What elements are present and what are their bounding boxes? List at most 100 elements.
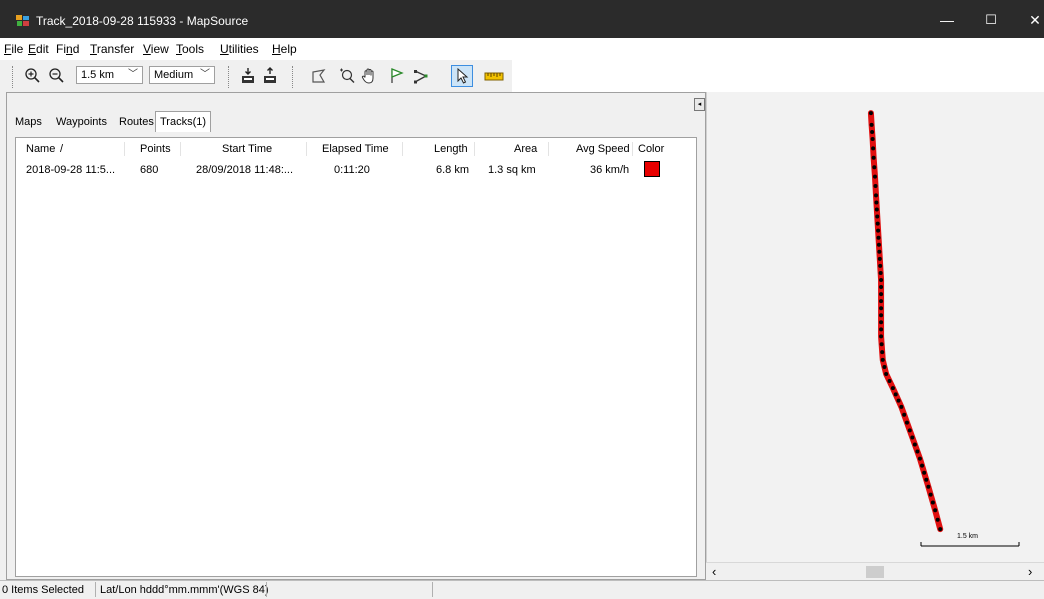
track-point[interactable] (874, 193, 878, 198)
track-point[interactable] (926, 484, 931, 489)
column-header-name[interactable]: Name (26, 143, 55, 155)
menu-item-utilities[interactable]: Utilities (220, 42, 259, 56)
track-point[interactable] (877, 249, 882, 254)
track-point[interactable] (879, 334, 884, 339)
column-divider[interactable] (474, 142, 475, 156)
column-divider[interactable] (632, 142, 633, 156)
menu-item-file[interactable]: File (4, 42, 23, 56)
select-tool-button[interactable] (451, 65, 473, 87)
track-point[interactable] (874, 200, 879, 205)
tab-tracks[interactable]: Tracks(1) (155, 111, 212, 132)
track-point[interactable] (870, 129, 875, 134)
track-point[interactable] (873, 184, 878, 188)
minimize-button[interactable]: — (924, 8, 970, 32)
map-horizontal-scrollbar[interactable]: ‹ › (706, 562, 1044, 581)
track-point[interactable] (933, 508, 938, 513)
tab-waypoints[interactable]: Waypoints (52, 114, 111, 131)
track-point[interactable] (879, 292, 884, 297)
track-point[interactable] (869, 122, 874, 127)
track-point[interactable] (879, 327, 884, 332)
column-header-color[interactable]: Color (638, 143, 664, 155)
track-point[interactable] (876, 235, 881, 240)
track-point[interactable] (875, 214, 880, 219)
track-point[interactable] (924, 477, 929, 482)
track-point[interactable] (872, 165, 877, 170)
column-header-elapsed-time[interactable]: Elapsed Time (322, 143, 389, 155)
track-point[interactable] (870, 137, 875, 141)
map-view[interactable]: 1.5 km (706, 92, 1044, 580)
scroll-left-arrow[interactable]: ‹ (712, 564, 716, 579)
track-point[interactable] (875, 221, 880, 226)
column-divider[interactable] (306, 142, 307, 156)
track-point[interactable] (879, 342, 884, 347)
map-select-icon[interactable] (310, 67, 328, 85)
track-point[interactable] (896, 398, 901, 403)
track-point[interactable] (917, 456, 922, 461)
zoom-in-icon[interactable] (24, 67, 42, 85)
track-map[interactable]: 1.5 km (707, 92, 1044, 562)
track-point[interactable] (874, 207, 879, 212)
menu-item-help[interactable]: Help (272, 42, 297, 56)
track-point[interactable] (868, 111, 873, 116)
toolbar-grip[interactable] (12, 66, 16, 88)
track-point[interactable] (879, 278, 884, 282)
track-point[interactable] (922, 470, 927, 475)
track-point[interactable] (930, 500, 935, 505)
column-header-avg-speed[interactable]: Avg Speed (576, 143, 630, 155)
column-header-area[interactable]: Area (514, 143, 537, 155)
detail-level-select[interactable]: Medium ﹀ (149, 66, 215, 84)
zoom-scale-select[interactable]: 1.5 km ﹀ (76, 66, 143, 84)
track-point[interactable] (871, 146, 876, 151)
track-point[interactable] (878, 263, 883, 268)
column-divider[interactable] (548, 142, 549, 156)
scroll-right-arrow[interactable]: › (1028, 564, 1032, 579)
send-to-device-icon[interactable] (262, 67, 280, 85)
track-point[interactable] (879, 320, 884, 325)
waypoint-flag-icon[interactable] (388, 67, 406, 85)
track-point[interactable] (938, 527, 943, 532)
column-header-start-time[interactable]: Start Time (222, 143, 272, 155)
track-point[interactable] (904, 420, 909, 425)
tab-routes[interactable]: Routes (115, 114, 158, 131)
zoom-out-icon[interactable] (48, 67, 66, 85)
track-point[interactable] (878, 270, 883, 275)
track-point[interactable] (893, 392, 898, 397)
track-point[interactable] (879, 313, 884, 318)
column-header-length[interactable]: Length (434, 143, 468, 155)
track-point[interactable] (935, 517, 940, 522)
tab-maps[interactable]: Maps (11, 114, 46, 131)
track-point[interactable] (876, 228, 881, 233)
track-point[interactable] (884, 372, 889, 376)
receive-from-device-icon[interactable] (240, 67, 258, 85)
track-point[interactable] (920, 463, 925, 468)
track-point[interactable] (899, 404, 904, 409)
menu-item-edit[interactable]: Edit (28, 42, 49, 56)
track-point[interactable] (879, 306, 884, 311)
route-tool-icon[interactable] (412, 67, 430, 85)
menu-item-find[interactable]: Find (56, 42, 79, 56)
column-divider[interactable] (402, 142, 403, 156)
track-point[interactable] (882, 364, 887, 369)
track-point[interactable] (872, 174, 877, 179)
track-point[interactable] (928, 492, 933, 497)
toolbar-grip[interactable] (228, 66, 232, 88)
track-color-swatch[interactable] (644, 161, 660, 177)
distance-ruler-icon[interactable] (484, 67, 504, 85)
track-point[interactable] (887, 379, 892, 384)
zoom-tool-icon[interactable] (338, 67, 356, 85)
track-point[interactable] (880, 357, 885, 362)
scroll-thumb[interactable] (866, 566, 884, 578)
track-point[interactable] (915, 449, 920, 454)
hand-pan-icon[interactable] (360, 67, 378, 85)
track-point[interactable] (876, 242, 881, 247)
close-button[interactable]: ✕ (1012, 8, 1044, 32)
track-point[interactable] (890, 386, 895, 391)
menu-item-transfer[interactable]: Transfer (90, 42, 134, 56)
column-divider[interactable] (124, 142, 125, 156)
menu-item-tools[interactable]: Tools (176, 42, 204, 56)
track-point[interactable] (910, 435, 915, 440)
track-point[interactable] (879, 285, 884, 290)
column-divider[interactable] (180, 142, 181, 156)
track-point[interactable] (902, 412, 907, 417)
maximize-button[interactable]: ☐ (968, 8, 1014, 32)
